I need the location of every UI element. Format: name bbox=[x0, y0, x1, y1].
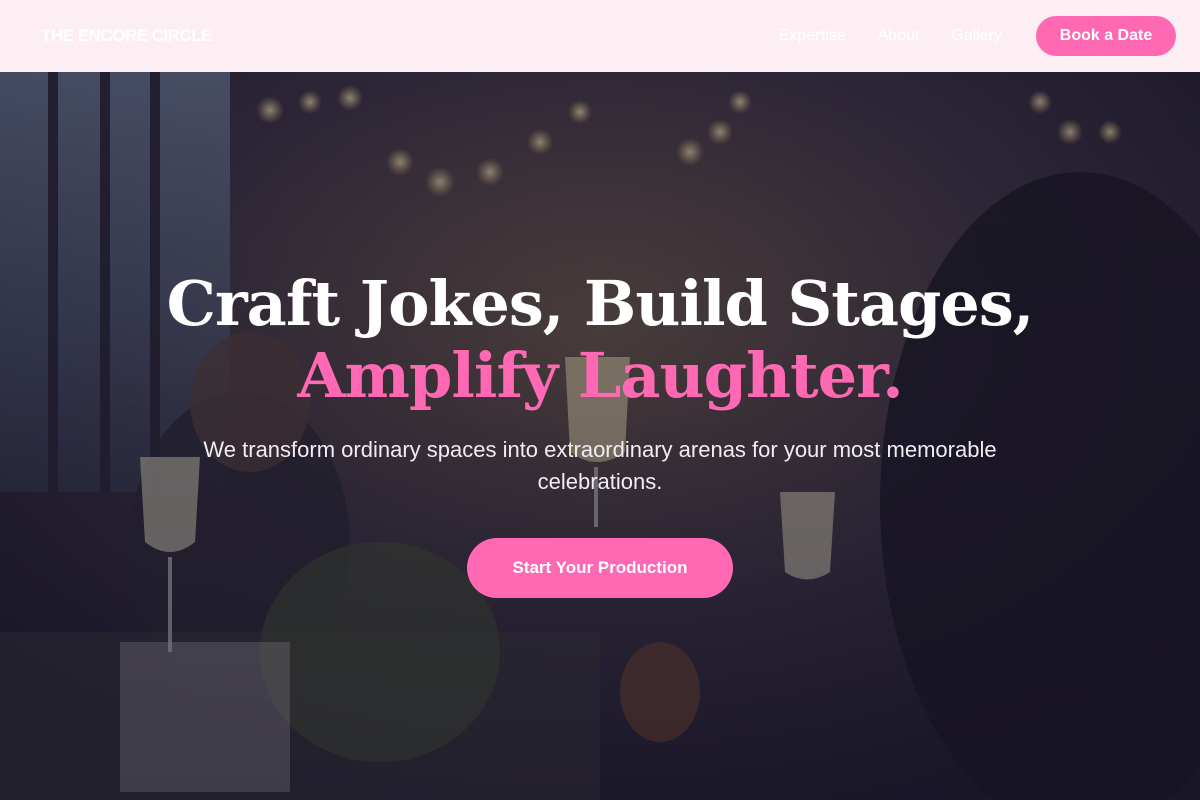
site-header: THE ENCORE CIRCLE Expertise About Galler… bbox=[0, 0, 1200, 72]
hero-section: Craft Jokes, Build Stages, Amplify Laugh… bbox=[0, 72, 1200, 800]
nav-link-expertise[interactable]: Expertise bbox=[779, 27, 846, 45]
start-production-button[interactable]: Start Your Production bbox=[467, 538, 733, 598]
hero-subtitle: We transform ordinary spaces into extrao… bbox=[203, 437, 997, 494]
site-logo[interactable]: THE ENCORE CIRCLE bbox=[41, 26, 212, 46]
hero-headline: Craft Jokes, Build Stages, Amplify Laugh… bbox=[0, 268, 1200, 412]
main-nav: Expertise About Gallery Book a Date bbox=[779, 16, 1176, 56]
book-a-date-button[interactable]: Book a Date bbox=[1036, 16, 1176, 56]
nav-link-about[interactable]: About bbox=[878, 27, 920, 45]
headline-line-1: Craft Jokes, Build Stages, bbox=[166, 267, 1035, 340]
nav-link-gallery[interactable]: Gallery bbox=[951, 27, 1002, 45]
hero-content: Craft Jokes, Build Stages, Amplify Laugh… bbox=[0, 72, 1200, 800]
headline-line-2: Amplify Laughter. bbox=[297, 339, 903, 412]
